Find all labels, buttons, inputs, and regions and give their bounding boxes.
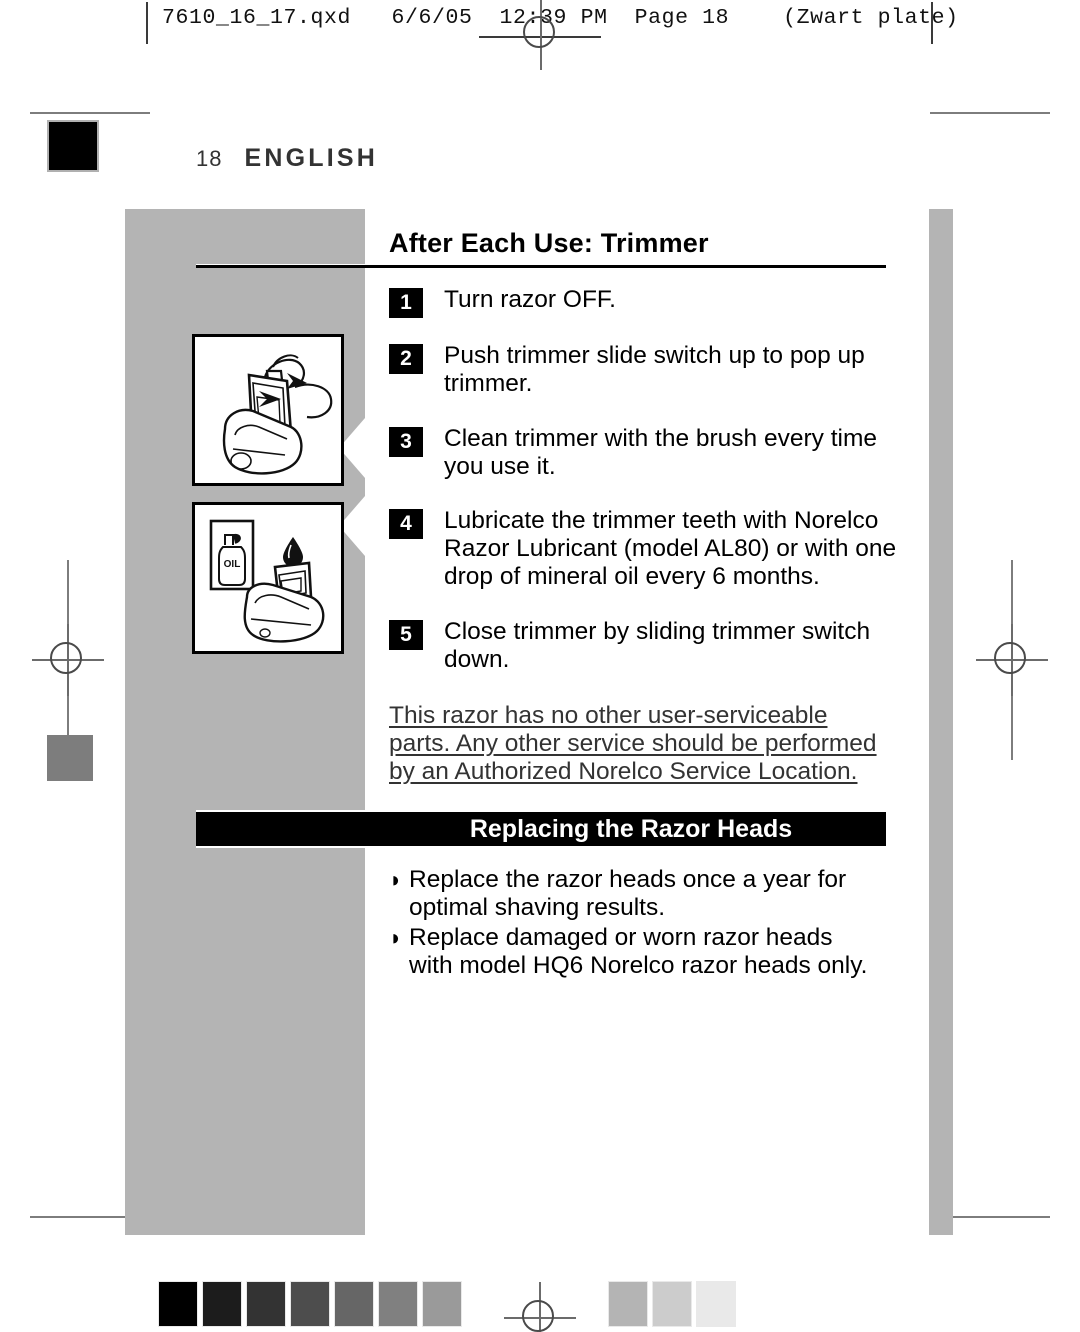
registration-square-gray	[47, 735, 93, 781]
gray-right-bar	[929, 209, 953, 1235]
crop-mark-left-lower	[67, 696, 69, 740]
section-banner-title: Replacing the Razor Heads	[469, 814, 793, 843]
step-number-badge: 4	[389, 509, 423, 539]
trimmer-brush-diagram	[195, 337, 341, 483]
oil-bottle-label: OIL	[224, 559, 241, 570]
bullet-triangle-icon: ◗	[389, 925, 403, 950]
registration-circle	[50, 642, 82, 674]
calibration-swatch	[696, 1281, 736, 1327]
illustration-trimmer-oil-lubrication: OIL	[192, 502, 344, 654]
crop-mark-left-upper	[67, 560, 69, 624]
step-number-badge: 2	[389, 344, 423, 374]
page-number: 18	[196, 146, 223, 171]
step-item-4: 4 Lubricate the trimmer teeth with Norel…	[389, 507, 914, 591]
language-label: ENGLISH	[244, 144, 379, 172]
section-banner: Replacing the Razor Heads	[196, 810, 886, 848]
bullet-item: ◗ Replace damaged or worn razor heads wi…	[389, 924, 889, 980]
calibration-swatch	[422, 1281, 462, 1327]
bullet-text: Replace damaged or worn razor heads with…	[409, 924, 868, 979]
bullet-item: ◗ Replace the razor heads once a year fo…	[389, 866, 889, 922]
calibration-swatch	[378, 1281, 418, 1327]
step-item-5: 5 Close trimmer by sliding trimmer switc…	[389, 618, 914, 674]
crop-mark-top-left	[30, 112, 150, 114]
color-calibration-strip	[0, 1281, 1080, 1332]
calibration-swatch	[202, 1281, 242, 1327]
registration-square-black	[47, 120, 99, 172]
step-number-badge: 1	[389, 288, 423, 318]
calibration-swatch	[158, 1281, 198, 1327]
registration-mark-top	[505, 0, 577, 70]
step-number-badge: 3	[389, 427, 423, 457]
calibration-swatch	[246, 1281, 286, 1327]
step-number-badge: 5	[389, 620, 423, 650]
step-text: Turn razor OFF.	[444, 286, 616, 313]
crop-mark-top-right	[930, 112, 1050, 114]
registration-mark-left	[32, 624, 104, 696]
step-item-3: 3 Clean trimmer with the brush every tim…	[389, 425, 914, 481]
registration-mark-bottom	[504, 1282, 576, 1332]
step-item-2: 2 Push trimmer slide switch up to pop up…	[389, 342, 914, 398]
bullet-triangle-icon: ◗	[389, 867, 403, 892]
crop-mark-right-lower	[1011, 696, 1013, 760]
registration-circle	[994, 642, 1026, 674]
section-title: After Each Use: Trimmer	[389, 228, 709, 258]
registration-mark-right	[976, 624, 1048, 696]
trimmer-oil-diagram: OIL	[195, 505, 341, 651]
bullet-text: Replace the razor heads once a year for …	[409, 866, 847, 921]
step-item-1: 1 Turn razor OFF.	[389, 286, 914, 318]
registration-circle	[522, 1300, 554, 1332]
calibration-swatch	[290, 1281, 330, 1327]
calibration-swatch	[334, 1281, 374, 1327]
illustration-trimmer-brush-cleaning	[192, 334, 344, 486]
calibration-swatch	[652, 1281, 692, 1327]
service-note: This razor has no other user-serviceable…	[389, 702, 879, 786]
service-note-text: This razor has no other user-serviceable…	[389, 702, 877, 785]
step-text: Clean trimmer with the brush every time …	[444, 425, 877, 480]
header-rule-left	[146, 2, 148, 44]
printed-page: 7610_16_17.qxd 6/6/05 12:39 PM Page 18 (…	[0, 0, 1080, 1332]
step-text: Close trimmer by sliding trimmer switch …	[444, 618, 871, 673]
calibration-swatch	[608, 1281, 648, 1327]
razor-heads-bullet-list: ◗ Replace the razor heads once a year fo…	[389, 866, 889, 982]
page-header: 18 ENGLISH	[196, 144, 378, 173]
section-title-rule	[196, 264, 886, 268]
step-text: Push trimmer slide switch up to pop up t…	[444, 342, 865, 397]
step-text: Lubricate the trimmer teeth with Norelco…	[444, 507, 897, 590]
registration-circle	[523, 16, 555, 48]
crop-mark-right-upper	[1011, 560, 1013, 624]
